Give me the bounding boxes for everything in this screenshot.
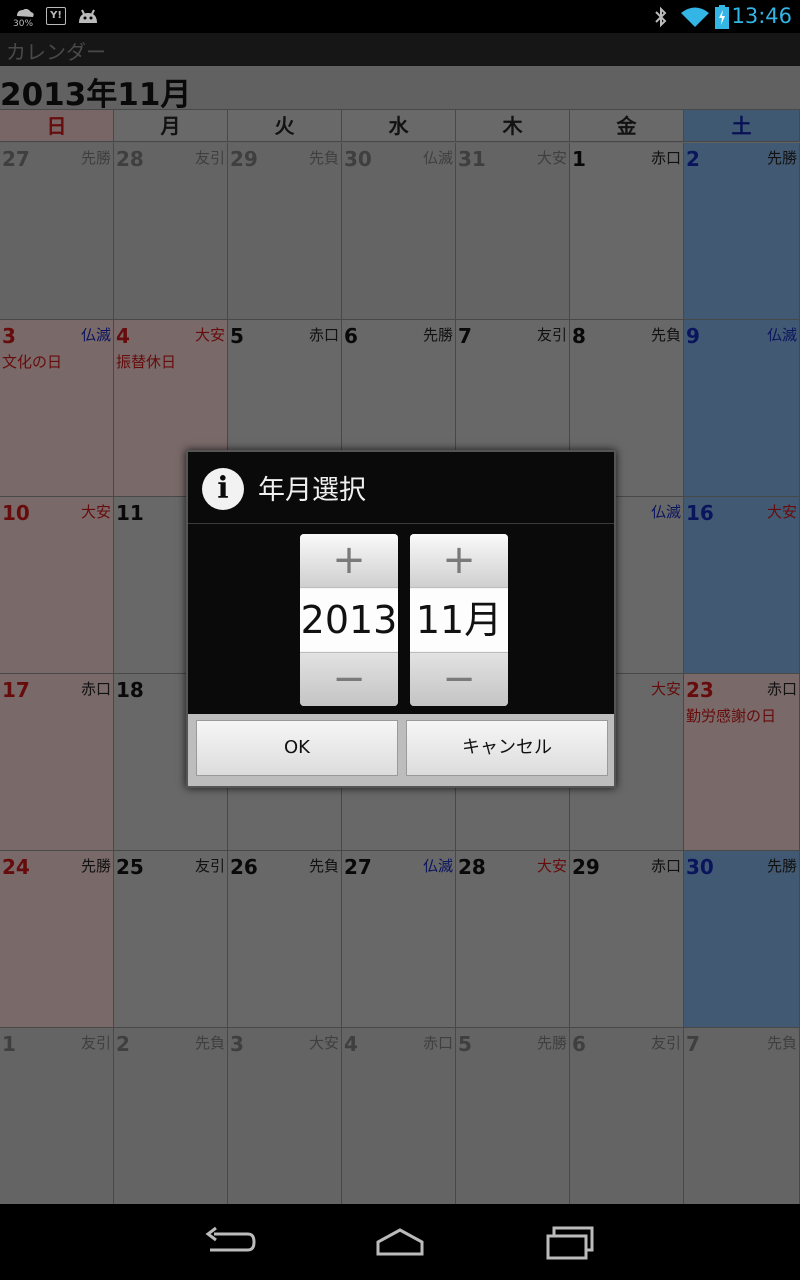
cancel-button[interactable]: キャンセル (406, 720, 608, 776)
month-decrement-button[interactable]: − (410, 652, 508, 706)
recent-apps-icon[interactable] (540, 1222, 600, 1262)
android-icon (79, 9, 97, 23)
screen: 30% Y! 13:46 カレンダー 2013年11月 日 月 火 水 木 金 … (0, 0, 800, 1280)
status-bar: 30% Y! 13:46 (0, 0, 800, 33)
dialog-title: 年月選択 (258, 475, 366, 506)
info-icon: i (202, 468, 244, 510)
month-value[interactable]: 11月 (410, 589, 508, 651)
dialog-header: i 年月選択 (188, 452, 614, 524)
year-picker: + 2013 − (300, 534, 398, 706)
battery-icon (715, 5, 729, 29)
home-icon[interactable] (370, 1222, 430, 1262)
dialog-footer: OK キャンセル (188, 714, 614, 786)
ok-button[interactable]: OK (196, 720, 398, 776)
clock: 13:46 (731, 4, 792, 28)
year-decrement-button[interactable]: − (300, 652, 398, 706)
navigation-bar (0, 1204, 800, 1280)
month-increment-button[interactable]: + (410, 534, 508, 588)
bluetooth-icon (655, 6, 667, 28)
weather-percent: 30% (13, 19, 34, 29)
year-month-dialog: i 年月選択 + 2013 − + 11月 − OK キャンセル (186, 450, 616, 788)
wifi-icon (681, 7, 709, 27)
month-picker: + 11月 − (410, 534, 508, 706)
year-increment-button[interactable]: + (300, 534, 398, 588)
year-value[interactable]: 2013 (300, 589, 398, 651)
yahoo-icon: Y! (46, 7, 66, 25)
back-icon[interactable] (200, 1222, 260, 1262)
